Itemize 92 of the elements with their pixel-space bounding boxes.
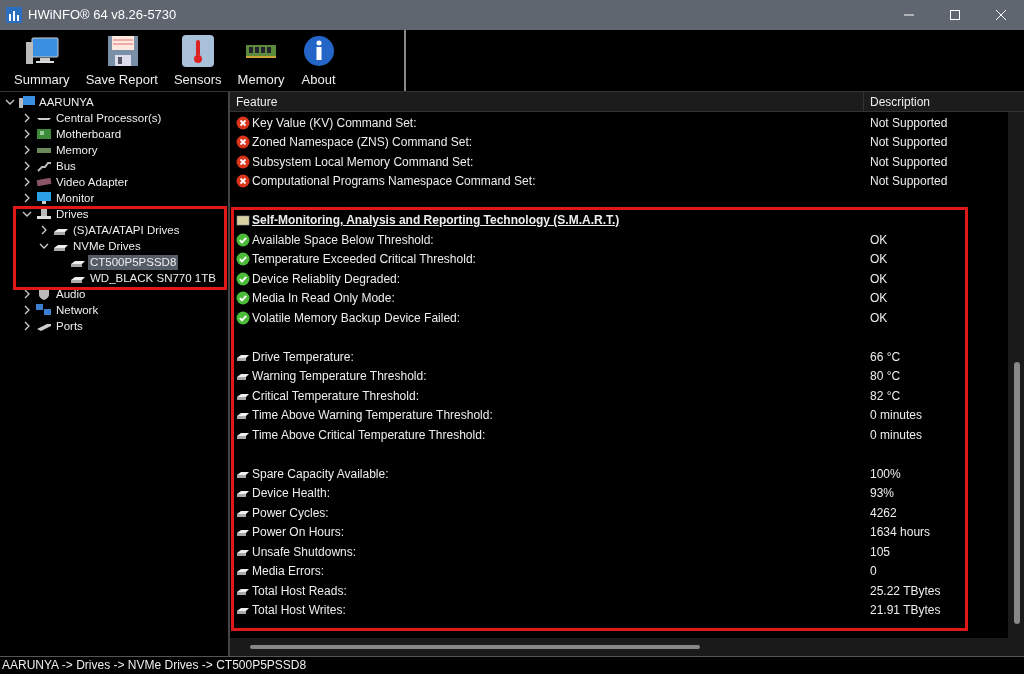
description-value: 82 °C (869, 387, 901, 405)
feature-label: Total Host Reads: (252, 582, 347, 600)
feature-label: Spare Capacity Available: (252, 465, 389, 483)
app-logo-icon (6, 7, 22, 23)
description-value: 0 minutes (869, 426, 923, 444)
error-icon (236, 135, 250, 150)
feature-label: Unsafe Shutdowns: (252, 543, 357, 561)
toolbar-button[interactable]: Memory (229, 30, 293, 91)
check-icon (236, 252, 250, 267)
toolbar-button[interactable]: Sensors (165, 30, 230, 91)
description-value: 0 minutes (869, 407, 923, 425)
description-value: OK (869, 231, 888, 249)
feature-label: Key Value (KV) Command Set: (252, 114, 417, 132)
description-value: 105 (869, 543, 891, 561)
description-value: 100% (869, 465, 901, 483)
feature-label: Media In Read Only Mode: (252, 290, 395, 308)
error-icon (236, 115, 250, 130)
feature-label: Warning Temperature Threshold: (252, 368, 427, 386)
check-icon (236, 271, 250, 286)
graphics-card-icon (36, 176, 52, 188)
tree-item[interactable]: Central Processor(s) (54, 110, 164, 126)
tree-item[interactable]: Video Adapter (54, 174, 131, 190)
tree-item[interactable]: NVMe Drives (71, 238, 143, 254)
column-header[interactable]: Feature (230, 92, 864, 111)
feature-label: Critical Temperature Threshold: (252, 387, 419, 405)
error-icon (236, 154, 250, 169)
tree-item[interactable]: CT500P5PSSD8 (88, 254, 179, 270)
feature-label: Temperature Exceeded Critical Threshold: (252, 251, 476, 269)
description-value: OK (869, 251, 888, 269)
toolbar-button[interactable]: Save Report (77, 30, 166, 91)
computer-icon (19, 96, 35, 108)
description-value: OK (869, 309, 888, 327)
description-value: OK (869, 290, 888, 308)
check-icon (236, 310, 250, 325)
maximize-icon (950, 10, 960, 20)
close-icon (996, 10, 1006, 20)
feature-label: Time Above Critical Temperature Threshold: (252, 426, 486, 444)
feature-label: Total Host Writes: (252, 602, 346, 620)
description-value: Not Supported (869, 173, 948, 191)
tree-item[interactable]: WD_BLACK SN770 1TB (88, 270, 218, 286)
tree-item[interactable]: Drives (54, 206, 91, 222)
description-value: 66 °C (869, 348, 901, 366)
check-icon (236, 291, 250, 306)
feature-label: Drive Temperature: (252, 348, 354, 366)
description-value: 4262 (869, 504, 897, 522)
window-title: HWiNFO® 64 v8.26-5730 (28, 6, 177, 25)
feature-label: Zoned Namespace (ZNS) Command Set: (252, 134, 473, 152)
section-heading: Self-Monitoring, Analysis and Reporting Technology (S.M.A.R.T.) (252, 212, 620, 230)
error-icon (236, 174, 250, 189)
drive-icon (36, 208, 52, 220)
tree-item[interactable]: Motherboard (54, 126, 124, 142)
feature-label: Power Cycles: (252, 504, 329, 522)
description-value: OK (869, 270, 888, 288)
feature-label: Media Errors: (252, 563, 325, 581)
feature-label: Subsystem Local Memory Command Set: (252, 153, 474, 171)
feature-label: Time Above Warning Temperature Threshold: (252, 407, 493, 425)
feature-label: Computational Programs Namespace Command Set: (252, 173, 536, 191)
tree-item[interactable]: Ports (54, 318, 85, 334)
tree-item[interactable]: Network (54, 302, 101, 318)
folder-icon (236, 213, 250, 228)
network-icon (36, 304, 52, 316)
tree-item[interactable]: Monitor (54, 190, 97, 206)
tree-item[interactable]: (S)ATA/ATAPI Drives (71, 222, 182, 238)
monitor-icon (36, 192, 52, 204)
description-value: Not Supported (869, 134, 948, 152)
description-value: Not Supported (869, 114, 948, 132)
description-value: 80 °C (869, 368, 901, 386)
feature-label: Power On Hours: (252, 524, 345, 542)
description-value: 21.91 TBytes (869, 602, 941, 620)
circuit-board-icon (36, 128, 52, 140)
feature-label: Volatile Memory Backup Device Failed: (252, 309, 461, 327)
thermometer-icon (179, 34, 216, 68)
check-icon (236, 232, 250, 247)
description-value: 25.22 TBytes (869, 582, 941, 600)
toolbar-button[interactable]: About (292, 30, 345, 91)
tree-item[interactable]: Bus (54, 158, 78, 174)
feature-label: Available Space Below Threshold: (252, 231, 434, 249)
description-value: 93% (869, 485, 895, 503)
vertical-scrollbar[interactable] (1008, 112, 1024, 638)
shield-icon (36, 288, 52, 300)
tree-item[interactable]: Audio (54, 286, 88, 302)
description-value: Not Supported (869, 153, 948, 171)
column-header[interactable]: Description (864, 92, 931, 111)
horizontal-scrollbar[interactable] (230, 638, 1024, 656)
connector-icon (36, 160, 52, 172)
toolbar-button[interactable]: Summary (6, 30, 78, 91)
description-value: 1634 hours (869, 524, 931, 542)
tree-item[interactable]: Memory (54, 142, 100, 158)
description-value: 0 (869, 563, 877, 581)
tree-item[interactable]: AARUNYA (37, 94, 96, 110)
feature-label: Device Reliablity Degraded: (252, 270, 401, 288)
feature-label: Device Health: (252, 485, 331, 503)
